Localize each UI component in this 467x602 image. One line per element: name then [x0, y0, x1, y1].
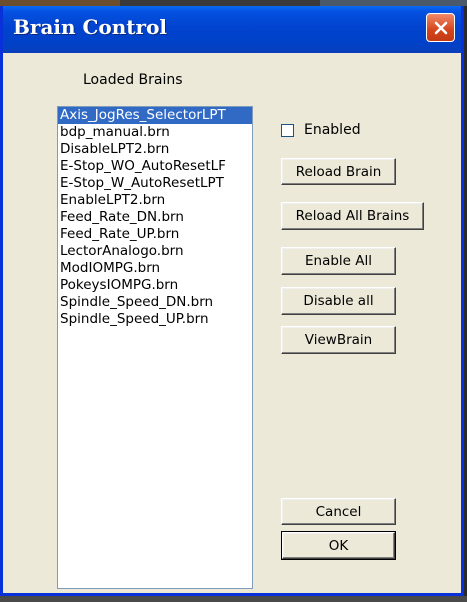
reload-all-brains-button[interactable]: Reload All Brains	[281, 202, 424, 230]
list-item[interactable]: E-Stop_W_AutoResetLPT	[58, 175, 252, 192]
loaded-brains-label: Loaded Brains	[83, 72, 183, 88]
desktop-background	[0, 596, 467, 602]
brain-control-dialog: Brain Control Loaded Brains Axis_JogRes_…	[0, 6, 464, 596]
enabled-checkbox-group[interactable]: Enabled	[281, 122, 361, 138]
window-title: Brain Control	[13, 15, 168, 39]
list-item[interactable]: Spindle_Speed_DN.brn	[58, 294, 252, 311]
list-item[interactable]: Feed_Rate_UP.brn	[58, 226, 252, 243]
enabled-label[interactable]: Enabled	[304, 122, 361, 138]
list-item[interactable]: PokeysIOMPG.brn	[58, 277, 252, 294]
list-item[interactable]: EnableLPT2.brn	[58, 192, 252, 209]
ok-button[interactable]: OK	[281, 531, 396, 560]
enabled-checkbox[interactable]	[281, 123, 294, 137]
list-item[interactable]: Axis_JogRes_SelectorLPT	[58, 107, 252, 124]
view-brain-button[interactable]: ViewBrain	[281, 326, 396, 354]
close-icon	[434, 21, 447, 34]
title-bar[interactable]: Brain Control	[3, 6, 461, 53]
list-item[interactable]: ModIOMPG.brn	[58, 260, 252, 277]
list-item[interactable]: E-Stop_WO_AutoResetLF	[58, 158, 252, 175]
enable-all-button[interactable]: Enable All	[281, 247, 396, 275]
cancel-button[interactable]: Cancel	[281, 498, 396, 525]
close-button[interactable]	[426, 13, 455, 42]
reload-brain-button[interactable]: Reload Brain	[281, 158, 396, 185]
brains-listbox[interactable]: Axis_JogRes_SelectorLPT bdp_manual.brn D…	[57, 106, 253, 589]
list-item[interactable]: Spindle_Speed_UP.brn	[58, 311, 252, 328]
list-item[interactable]: DisableLPT2.brn	[58, 141, 252, 158]
list-item[interactable]: bdp_manual.brn	[58, 124, 252, 141]
disable-all-button[interactable]: Disable all	[281, 287, 396, 315]
list-item[interactable]: Feed_Rate_DN.brn	[58, 209, 252, 226]
list-item[interactable]: LectorAnalogo.brn	[58, 243, 252, 260]
